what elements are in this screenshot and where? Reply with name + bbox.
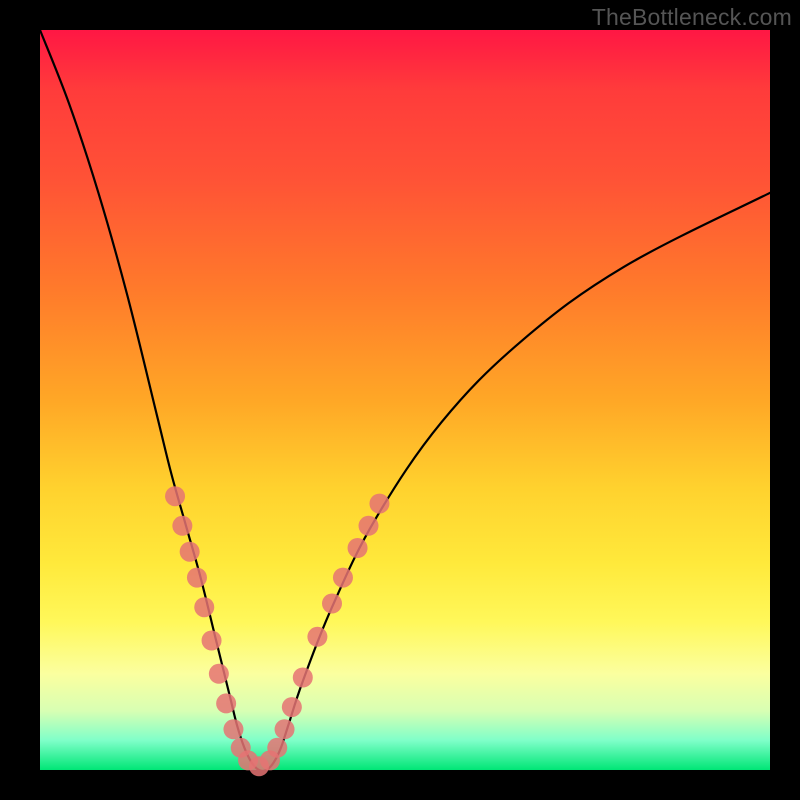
data-dot [307,627,327,647]
data-dot [216,693,236,713]
bottleneck-curve [40,30,770,771]
data-dot [333,568,353,588]
plot-area [40,30,770,770]
dots-group [165,486,389,776]
curve-group [40,30,770,771]
data-dot [187,568,207,588]
data-dot [293,668,313,688]
data-dot [202,631,222,651]
data-dot [172,516,192,536]
data-dot [275,719,295,739]
data-dot [348,538,368,558]
data-dot [267,738,287,758]
chart-canvas: TheBottleneck.com [0,0,800,800]
watermark-text: TheBottleneck.com [592,4,792,31]
data-dot [369,494,389,514]
data-dot [322,594,342,614]
data-dot [165,486,185,506]
data-dot [223,719,243,739]
data-dot [209,664,229,684]
chart-svg [40,30,770,770]
data-dot [194,597,214,617]
data-dot [359,516,379,536]
data-dot [282,697,302,717]
data-dot [180,542,200,562]
